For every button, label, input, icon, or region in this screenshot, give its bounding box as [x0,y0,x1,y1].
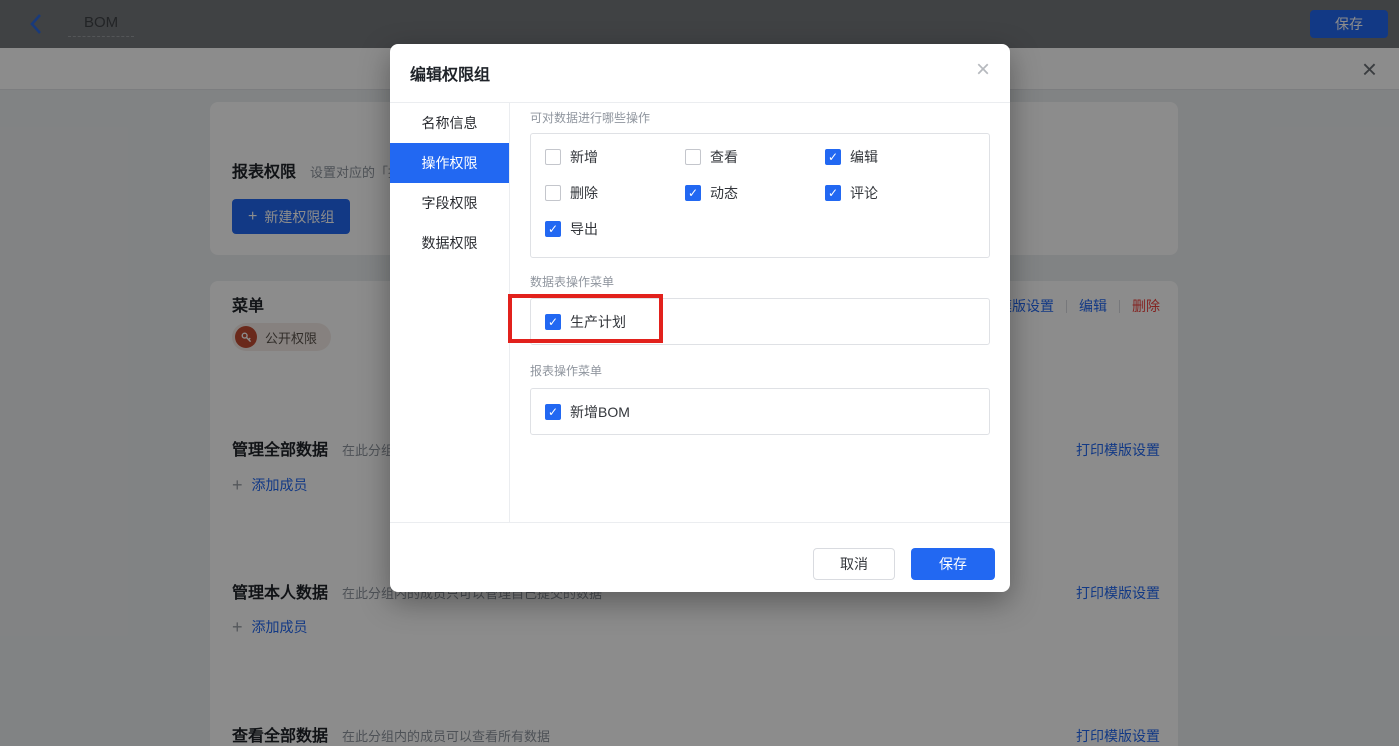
checkbox-label: 动态 [710,183,738,203]
checkbox-edit[interactable]: ✓ 编辑 [825,147,975,167]
tab-name-info[interactable]: 名称信息 [390,103,509,143]
checkbox-add-bom[interactable]: ✓ 新增BOM [545,402,630,422]
edit-permission-group-modal: 编辑权限组 × 名称信息 操作权限 字段权限 数据权限 可对数据进行哪些操作 ✓… [390,44,1010,592]
checkbox-label: 新增BOM [570,402,630,422]
checkbox-label: 新增 [570,147,598,167]
operations-label: 可对数据进行哪些操作 [530,110,990,126]
checkbox-box[interactable]: ✓ [545,314,561,330]
checkbox-box[interactable]: ✓ [545,221,561,237]
check-icon: ✓ [548,223,558,235]
checkbox-box[interactable]: ✓ [545,404,561,420]
report-menu-checkbox-group: ✓ 新增BOM [530,388,990,435]
checkbox-box[interactable]: ✓ [685,185,701,201]
checkbox-comment[interactable]: ✓ 评论 [825,183,975,203]
check-icon: ✓ [828,187,838,199]
checkbox-box[interactable]: ✓ [825,149,841,165]
check-icon: ✓ [828,151,838,163]
tab-operation-permission[interactable]: 操作权限 [390,143,509,183]
table-menu-label: 数据表操作菜单 [530,274,990,290]
checkbox-box[interactable]: ✓ [825,185,841,201]
tab-field-permission[interactable]: 字段权限 [390,183,509,223]
checkbox-export[interactable]: ✓ 导出 [545,219,685,239]
checkbox-delete[interactable]: ✓ 删除 [545,183,685,203]
operations-checkbox-group: ✓ 新增 ✓ 查看 ✓ 编辑 ✓ 删除 ✓ 动态 [530,133,990,258]
modal-tab-list: 名称信息 操作权限 字段权限 数据权限 [390,103,510,522]
checkbox-label: 查看 [710,147,738,167]
check-icon: ✓ [548,316,558,328]
checkbox-label: 删除 [570,183,598,203]
checkbox-label: 编辑 [850,147,878,167]
checkbox-box[interactable]: ✓ [545,149,561,165]
modal-title: 编辑权限组 [410,61,490,85]
checkbox-activity[interactable]: ✓ 动态 [685,183,825,203]
checkbox-production-plan[interactable]: ✓ 生产计划 [545,312,626,332]
cancel-button[interactable]: 取消 [813,548,895,580]
tab-data-permission[interactable]: 数据权限 [390,223,509,263]
check-icon: ✓ [548,406,558,418]
checkbox-label: 评论 [850,183,878,203]
report-menu-label: 报表操作菜单 [530,363,990,379]
checkbox-label: 导出 [570,219,598,239]
check-icon: ✓ [688,187,698,199]
checkbox-add[interactable]: ✓ 新增 [545,147,685,167]
modal-close-icon[interactable]: × [976,58,990,82]
checkbox-box[interactable]: ✓ [685,149,701,165]
checkbox-label: 生产计划 [570,312,626,332]
checkbox-box[interactable]: ✓ [545,185,561,201]
save-button[interactable]: 保存 [911,548,995,580]
checkbox-view[interactable]: ✓ 查看 [685,147,825,167]
table-menu-checkbox-group: ✓ 生产计划 [530,298,990,345]
